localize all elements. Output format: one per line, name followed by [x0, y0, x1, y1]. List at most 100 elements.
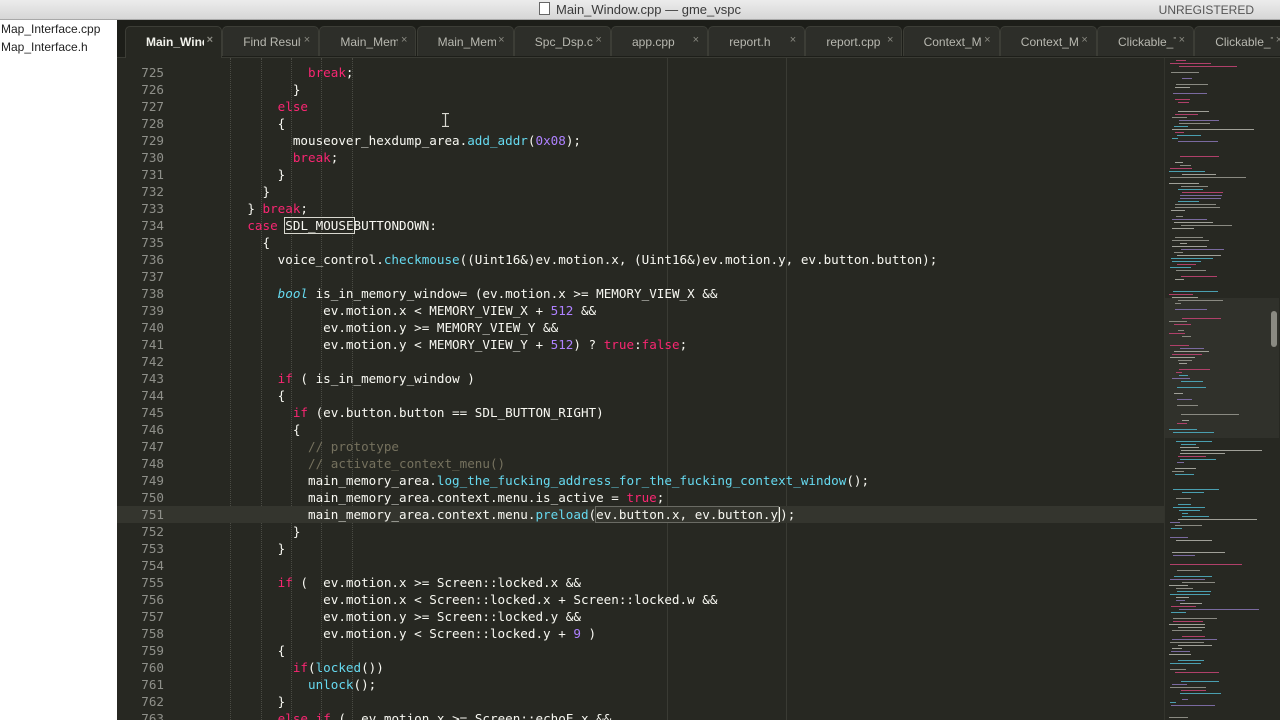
close-tab-icon[interactable]: × — [790, 34, 796, 46]
line-number: 732 — [141, 184, 164, 199]
tab-clickable-text-h[interactable]: Clickable_Text.h× — [1194, 26, 1280, 56]
code-text: if ( ev.motion.x >= Screen::locked.x && — [277, 575, 581, 590]
code-line[interactable]: 725 break; — [117, 64, 1164, 81]
minimap-line — [1180, 165, 1191, 166]
close-tab-icon[interactable]: × — [693, 34, 699, 46]
code-text: if (ev.button.button == SDL_BUTTON_RIGHT… — [292, 405, 604, 420]
code-line[interactable]: 753 } — [117, 540, 1164, 557]
minimap-line — [1176, 600, 1185, 601]
code-line[interactable]: 731 } — [117, 166, 1164, 183]
minimap-line — [1169, 429, 1197, 430]
tab-main-window-cpp[interactable]: Main_Window.cpp× — [125, 26, 222, 58]
tab-main-memory-area-cpp[interactable]: Main_Memory_Area.cpp× — [319, 26, 417, 56]
minimap-line — [1182, 192, 1223, 193]
code-line[interactable]: 746 { — [117, 421, 1164, 438]
code-line[interactable]: 756 ev.motion.x < Screen::locked.x + Scr… — [117, 591, 1164, 608]
code-line[interactable]: 751 main_memory_area.context.menu.preloa… — [117, 506, 1164, 523]
minimap-line — [1172, 138, 1178, 139]
close-tab-icon[interactable]: × — [1081, 34, 1087, 46]
tab-report-cpp[interactable]: report.cpp × — [805, 26, 903, 56]
code-line[interactable]: 733 } break; — [117, 200, 1164, 217]
tab-find-results[interactable]: Find Results× — [222, 26, 320, 56]
code-line[interactable]: 738 bool is_in_memory_window= (ev.motion… — [117, 285, 1164, 302]
code-line[interactable]: 740 ev.motion.y >= MEMORY_VIEW_Y && — [117, 319, 1164, 336]
code-line[interactable]: 754 — [117, 557, 1164, 574]
sidebar-item-map-interface-cpp[interactable]: Map_Interface.cpp — [0, 20, 117, 38]
code-line[interactable]: 745 if (ev.button.button == SDL_BUTTON_R… — [117, 404, 1164, 421]
code-line[interactable]: 742 — [117, 353, 1164, 370]
close-tab-icon[interactable]: × — [595, 34, 601, 46]
code-line[interactable]: 755 if ( ev.motion.x >= Screen::locked.x… — [117, 574, 1164, 591]
tab-report-h[interactable]: report.h × — [708, 26, 806, 56]
code-line[interactable]: 741 ev.motion.y < MEMORY_VIEW_Y + 512) ?… — [117, 336, 1164, 353]
close-tab-icon[interactable]: × — [1276, 34, 1280, 46]
code-line[interactable]: 730 break; — [117, 149, 1164, 166]
code-line[interactable]: 748 // activate_context_menu() — [117, 455, 1164, 472]
minimap-line — [1174, 324, 1191, 325]
code-line[interactable]: 750 main_memory_area.context.menu.is_act… — [117, 489, 1164, 506]
line-number: 761 — [141, 677, 164, 692]
minimap-line — [1178, 519, 1257, 520]
minimap-line — [1172, 630, 1202, 631]
code-line[interactable]: 735 { — [117, 234, 1164, 251]
minimap-line — [1175, 672, 1219, 673]
code-line[interactable]: 728 { — [117, 115, 1164, 132]
code-line[interactable]: 752 } — [117, 523, 1164, 540]
code-line[interactable]: 727 else — [117, 98, 1164, 115]
minimap-line — [1170, 345, 1189, 346]
tab-clickable-text-cpp[interactable]: Clickable_Text.cpp× — [1097, 26, 1194, 56]
minimap-line — [1178, 201, 1199, 202]
code-line[interactable]: 729 mouseover_hexdump_area.add_addr(0x08… — [117, 132, 1164, 149]
code-line[interactable]: 749 main_memory_area.log_the_fucking_add… — [117, 472, 1164, 489]
code-text: } — [217, 82, 301, 97]
code-line[interactable]: 762 } — [117, 693, 1164, 710]
tab-spc-dsp-cpp[interactable]: Spc_Dsp.cpp× — [513, 26, 611, 56]
close-tab-icon[interactable]: × — [498, 34, 504, 46]
code-text: ev.motion.y >= MEMORY_VIEW_Y && — [217, 320, 559, 335]
minimap-line — [1171, 606, 1196, 607]
minimap[interactable] — [1164, 58, 1280, 720]
code-line[interactable]: 737 — [117, 268, 1164, 285]
minimap-line — [1176, 372, 1182, 373]
close-tab-icon[interactable]: × — [207, 34, 213, 46]
minimap-line — [1172, 129, 1254, 130]
minimap-line — [1175, 87, 1190, 88]
close-tab-icon[interactable]: × — [401, 34, 407, 46]
line-number: 744 — [141, 388, 164, 403]
code-line[interactable]: 734 case SDL_MOUSEBUTTONDOWN: — [117, 217, 1164, 234]
tab-context-menu-cpp[interactable]: Context_Menu.cpp× — [902, 26, 1000, 56]
tab-main-memory-area-h[interactable]: Main_Memory_Area.h× — [416, 26, 514, 56]
tab-app-cpp[interactable]: app.cpp × — [611, 26, 708, 56]
code-editor[interactable]: 725 break; 726 } 727 else 728 {729 mouseove… — [117, 58, 1164, 720]
line-number: 735 — [141, 235, 164, 250]
close-tab-icon[interactable]: × — [1179, 34, 1185, 46]
close-tab-icon[interactable]: × — [304, 34, 310, 46]
tab-label: report.h — [729, 35, 771, 49]
code-line[interactable]: 757 ev.motion.y >= Screen::locked.y && — [117, 608, 1164, 625]
code-line[interactable]: 736 voice_control.checkmouse((Uint16&)ev… — [117, 251, 1164, 268]
code-line[interactable]: 739 ev.motion.x < MEMORY_VIEW_X + 512 && — [117, 302, 1164, 319]
code-line[interactable]: 743 if ( is_in_memory_window ) — [117, 370, 1164, 387]
code-line[interactable]: 726 } — [117, 81, 1164, 98]
minimap-line — [1175, 309, 1207, 310]
close-tab-icon[interactable]: × — [887, 34, 893, 46]
code-line[interactable]: 747 // prototype — [117, 438, 1164, 455]
minimap-line — [1177, 255, 1221, 256]
code-line[interactable]: 758 ev.motion.y < Screen::locked.y + 9 ) — [117, 625, 1164, 642]
close-tab-icon[interactable]: × — [984, 34, 990, 46]
minimap-line — [1181, 690, 1206, 691]
line-number: 752 — [141, 524, 164, 539]
code-line[interactable]: 759 { — [117, 642, 1164, 659]
license-status: UNREGISTERED — [1158, 3, 1254, 17]
code-line[interactable]: 761 unlock(); — [117, 676, 1164, 693]
tab-context-menu-h[interactable]: Context_Menu.h× — [999, 26, 1097, 56]
line-number: 763 — [141, 711, 164, 720]
code-line[interactable]: 732 } — [117, 183, 1164, 200]
sidebar-item-map-interface-h[interactable]: Map_Interface.h — [0, 38, 117, 56]
code-text: { — [217, 235, 271, 250]
minimap-viewport[interactable] — [1165, 298, 1279, 438]
code-line[interactable]: 760 if(locked()) — [117, 659, 1164, 676]
code-line[interactable]: 744 { — [117, 387, 1164, 404]
scrollbar-thumb[interactable] — [1271, 311, 1277, 347]
code-line[interactable]: 763 else if ( ev.motion.x >= Screen::ech… — [117, 710, 1164, 720]
